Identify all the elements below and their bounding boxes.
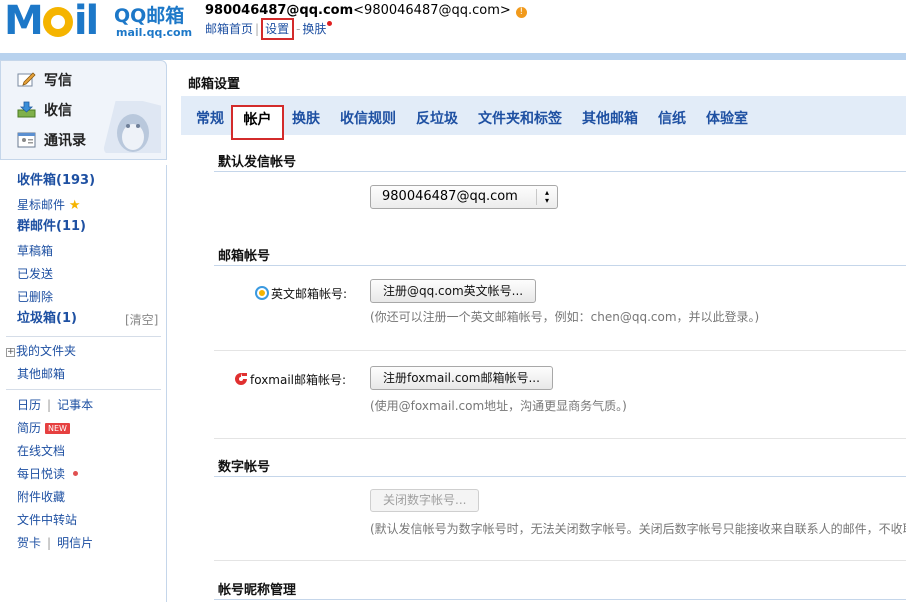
compose-button[interactable]: 写信	[17, 69, 72, 93]
logo-brand-text: QQ邮箱	[114, 5, 185, 27]
contacts-label: 通讯录	[44, 133, 86, 149]
foxmail-account-label: foxmail邮箱帐号:	[250, 373, 347, 387]
unread-dot-icon	[73, 471, 79, 476]
tab-general[interactable]: 常规	[196, 96, 224, 135]
numeric-account-hint: (默认发信帐号为数字帐号时，无法关闭数字帐号。关闭后数字帐号只能接收来自联系人的…	[370, 522, 906, 536]
foxmail-icon	[235, 373, 247, 385]
attachments-link[interactable]: 附件收藏	[17, 488, 65, 506]
clear-spam-link[interactable]: [清空]	[125, 311, 158, 329]
folder-group-mail[interactable]: 群邮件(11)	[17, 218, 86, 236]
folder-starred-label: 星标邮件	[17, 198, 66, 212]
receive-mail-button[interactable]: 收信	[17, 99, 72, 123]
divider	[6, 389, 161, 390]
tab-receive-rules[interactable]: 收信规则	[340, 96, 396, 135]
section-mail-accounts: 邮箱帐号	[218, 249, 271, 264]
section-nickname-management: 帐号昵称管理	[218, 583, 297, 598]
tab-folders-labels[interactable]: 文件夹和标签	[478, 96, 562, 135]
qq-mail-app: Mil QQ邮箱 mail.qq.com 980046487@qq.com<98…	[0, 0, 906, 602]
default-sender-value: 980046487@qq.com	[382, 189, 518, 204]
calendar-notebook-row: 日历 | 记事本	[17, 398, 94, 412]
folder-drafts[interactable]: 草稿箱	[17, 242, 53, 260]
account-info: 980046487@qq.com<980046487@qq.com>!	[205, 2, 527, 20]
tab-skin[interactable]: 换肤	[292, 96, 320, 135]
star-icon: ★	[68, 198, 81, 213]
qq-circle-icon	[255, 286, 269, 300]
other-mail-link[interactable]: 其他邮箱	[17, 365, 65, 383]
contacts-icon	[17, 132, 36, 148]
daily-reading-label: 每日悦读	[17, 467, 66, 481]
tab-stationery[interactable]: 信纸	[658, 96, 686, 135]
greeting-card-link[interactable]: 贺卡	[17, 536, 41, 550]
folder-inbox[interactable]: 收件箱(193)	[17, 172, 95, 190]
tab-other-mailboxes[interactable]: 其他邮箱	[582, 96, 638, 135]
postcard-link[interactable]: 明信片	[57, 536, 93, 550]
folder-list: 收件箱(193) 星标邮件 ★ 群邮件(11) 草稿箱 已发送 已删除 垃圾箱(…	[0, 165, 167, 602]
row-divider	[214, 560, 906, 561]
section-divider	[214, 599, 906, 600]
qq-mail-logo[interactable]: Mil QQ邮箱 mail.qq.com	[4, 0, 193, 44]
file-transfer-link[interactable]: 文件中转站	[17, 511, 77, 529]
settings-link[interactable]: 设置	[261, 18, 295, 40]
folder-deleted[interactable]: 已删除	[17, 288, 53, 306]
section-default-sender: 默认发信帐号	[218, 155, 297, 170]
select-updown-icon: ▴ ▾	[536, 189, 557, 205]
section-divider	[214, 476, 906, 477]
account-name: 980046487@qq.com	[205, 3, 354, 18]
logo-domain-text: mail.qq.com	[116, 26, 193, 39]
logo-moil-mark: Mil	[4, 0, 99, 44]
header-divider-bar	[0, 53, 906, 60]
foxmail-account-label-row: foxmail邮箱帐号:	[234, 371, 346, 388]
close-numeric-account-button[interactable]: 关闭数字帐号...	[370, 489, 480, 512]
settings-tab-bar: 常规 帐户 换肤 收信规则 反垃圾 文件夹和标签 其他邮箱 信纸 体验室	[181, 96, 906, 140]
notebook-link[interactable]: 记事本	[57, 398, 93, 412]
folder-starred[interactable]: 星标邮件 ★	[17, 196, 81, 215]
inbox-download-icon	[17, 101, 36, 118]
expand-plus-icon[interactable]: +	[6, 348, 15, 357]
register-english-account-button[interactable]: 注册@qq.com英文帐号...	[370, 279, 537, 303]
receive-mail-label: 收信	[44, 103, 72, 119]
daily-reading-link[interactable]: 每日悦读	[17, 465, 79, 483]
english-account-label-row: 英文邮箱帐号:	[255, 285, 347, 302]
compose-icon	[17, 72, 36, 87]
left-sidebar: 写信 收信 通讯录 收件箱(193) 星标邮件 ★ 群邮件(11) 草稿箱 已发…	[0, 60, 170, 602]
folder-sent[interactable]: 已发送	[17, 265, 53, 283]
default-sender-select[interactable]: 980046487@qq.com ▴ ▾	[370, 185, 558, 209]
tab-lab[interactable]: 体验室	[706, 96, 748, 135]
page-title: 邮箱设置	[188, 77, 241, 92]
register-foxmail-account-button[interactable]: 注册foxmail.com邮箱帐号...	[370, 366, 553, 390]
settings-main: 邮箱设置 常规 帐户 换肤 收信规则 反垃圾 文件夹和标签 其他邮箱 信纸 体验…	[181, 60, 906, 602]
my-folders[interactable]: +我的文件夹	[6, 342, 76, 360]
contacts-button[interactable]: 通讯录	[17, 129, 86, 153]
section-divider	[214, 171, 906, 172]
row-divider	[214, 350, 906, 351]
folder-spam[interactable]: 垃圾箱(1)	[17, 310, 77, 328]
my-folders-label: 我的文件夹	[16, 344, 77, 358]
row-divider	[214, 438, 906, 439]
accounts-settings-content: 默认发信帐号 980046487@qq.com ▴ ▾ 邮箱帐号 英文邮箱帐号: …	[181, 135, 906, 602]
top-links: 邮箱首页 | 设置 - 换肤	[205, 18, 333, 40]
alert-icon[interactable]: !	[515, 7, 527, 18]
foxmail-account-hint: (使用@foxmail.com地址，沟通更显商务气质。)	[370, 399, 627, 413]
compose-label: 写信	[44, 73, 72, 89]
tab-anti-spam[interactable]: 反垃圾	[416, 96, 458, 135]
english-account-label: 英文邮箱帐号:	[271, 287, 348, 301]
resume-label: 简历	[17, 421, 42, 435]
account-email: <980046487@qq.com>	[353, 3, 511, 18]
quick-actions-panel: 写信 收信 通讯录	[0, 60, 167, 160]
english-account-hint: (你还可以注册一个英文邮箱帐号，例如：chen@qq.com，并以此登录。)	[370, 310, 760, 324]
notification-dot-icon	[327, 21, 333, 26]
section-divider	[214, 265, 906, 266]
skin-link[interactable]: 换肤	[302, 22, 326, 36]
card-postcard-row: 贺卡 | 明信片	[17, 536, 94, 550]
mail-home-link[interactable]: 邮箱首页	[205, 22, 253, 36]
qq-penguin-watermark-icon	[103, 101, 161, 153]
divider	[6, 336, 161, 337]
new-badge: NEW	[45, 423, 70, 434]
resume-link[interactable]: 简历 NEW	[17, 419, 70, 437]
online-docs-link[interactable]: 在线文档	[17, 442, 65, 460]
header: Mil QQ邮箱 mail.qq.com 980046487@qq.com<98…	[0, 0, 906, 56]
section-numeric-account: 数字帐号	[218, 460, 271, 475]
calendar-link[interactable]: 日历	[17, 398, 41, 412]
